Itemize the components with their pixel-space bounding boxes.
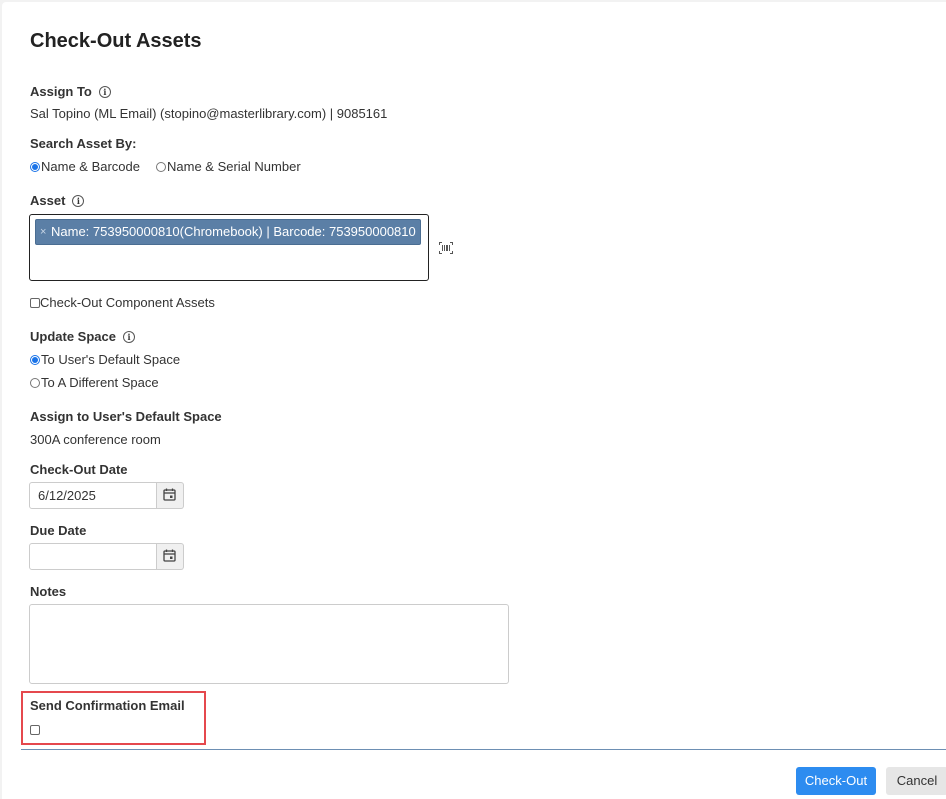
search-by-label: Search Asset By: xyxy=(30,136,137,151)
radio-label: Name & Serial Number xyxy=(167,159,301,174)
checkout-button[interactable]: Check-Out xyxy=(796,767,876,795)
radio-label: Name & Barcode xyxy=(41,159,140,174)
radio-checked-icon[interactable] xyxy=(30,162,40,172)
radio-unchecked-icon[interactable] xyxy=(156,162,166,172)
dialog-title: Check-Out Assets xyxy=(30,30,202,52)
confirmation-email-label: Send Confirmation Email xyxy=(30,698,185,713)
checkbox-icon[interactable] xyxy=(30,725,40,735)
update-space-section: Update Space i xyxy=(30,329,135,344)
notes-textarea[interactable] xyxy=(29,604,509,684)
checkout-dialog: Check-Out Assets Assign To i Sal Topino (… xyxy=(2,2,946,799)
radio-different-space[interactable]: To A Different Space xyxy=(30,375,159,390)
remove-chip-icon[interactable]: × xyxy=(40,220,46,244)
asset-select-input[interactable]: × Name: 753950000810(Chromebook) | Barco… xyxy=(29,214,429,281)
radio-name-serial[interactable]: Name & Serial Number xyxy=(156,159,301,174)
component-assets-label: Check-Out Component Assets xyxy=(40,295,215,310)
assign-to-value: Sal Topino (ML Email) (stopino@masterlib… xyxy=(30,106,388,121)
assign-to-label: Assign To xyxy=(30,84,92,99)
selected-asset-chip: × Name: 753950000810(Chromebook) | Barco… xyxy=(35,219,421,245)
calendar-icon xyxy=(163,488,176,501)
due-date-input[interactable] xyxy=(29,543,157,570)
due-date-label: Due Date xyxy=(30,523,87,538)
cancel-button[interactable]: Cancel xyxy=(886,767,946,795)
checkbox-icon[interactable] xyxy=(30,298,40,308)
update-space-label: Update Space xyxy=(30,329,116,344)
checkout-date-calendar-button[interactable] xyxy=(157,482,184,509)
confirmation-email-checkbox[interactable] xyxy=(30,721,40,739)
radio-label: To A Different Space xyxy=(41,375,159,390)
due-date-group xyxy=(29,543,184,570)
component-assets-checkbox-row[interactable]: Check-Out Component Assets xyxy=(30,295,215,310)
info-icon[interactable]: i xyxy=(72,195,85,207)
radio-unchecked-icon[interactable] xyxy=(30,378,40,388)
barcode-scan-icon[interactable] xyxy=(439,242,453,254)
checkout-date-input[interactable] xyxy=(29,482,157,509)
default-space-label: Assign to User's Default Space xyxy=(30,409,222,424)
assign-to-section: Assign To i xyxy=(30,84,111,99)
radio-checked-icon[interactable] xyxy=(30,355,40,365)
selected-asset-text: Name: 753950000810(Chromebook) | Barcode… xyxy=(51,224,416,239)
radio-name-barcode[interactable]: Name & Barcode xyxy=(30,159,140,174)
info-icon[interactable]: i xyxy=(98,86,111,98)
footer-divider xyxy=(21,749,946,750)
checkout-date-label: Check-Out Date xyxy=(30,462,128,477)
asset-section: Asset i xyxy=(30,193,85,208)
info-icon[interactable]: i xyxy=(122,331,135,343)
radio-default-space[interactable]: To User's Default Space xyxy=(30,352,180,367)
checkout-date-group xyxy=(29,482,184,509)
default-space-value: 300A conference room xyxy=(30,432,161,447)
notes-label: Notes xyxy=(30,584,67,599)
due-date-calendar-button[interactable] xyxy=(157,543,184,570)
radio-label: To User's Default Space xyxy=(41,352,181,367)
asset-label: Asset xyxy=(30,193,66,208)
calendar-icon xyxy=(163,549,176,562)
